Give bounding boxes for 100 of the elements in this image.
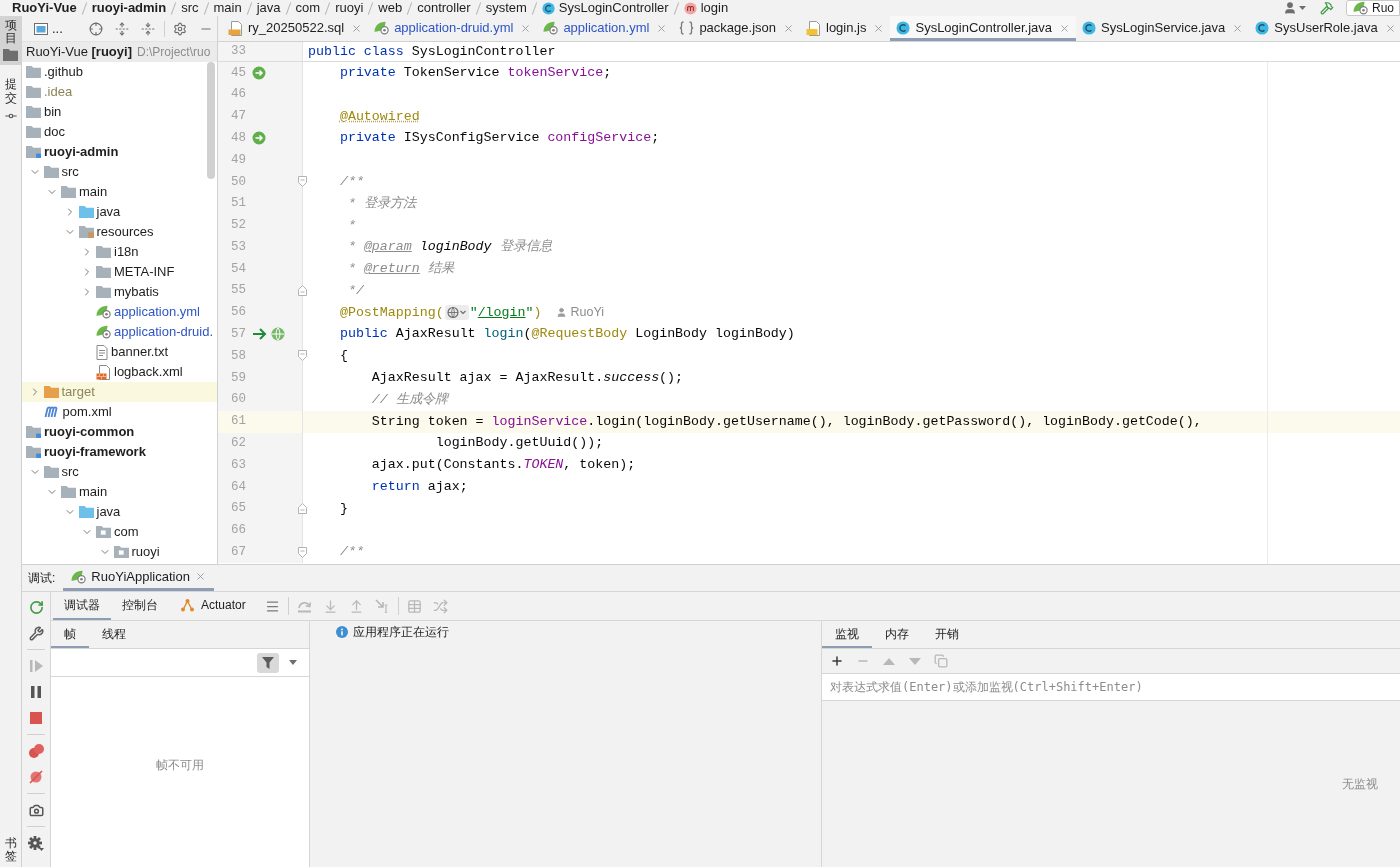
close-icon[interactable] xyxy=(520,22,532,34)
panel-tab[interactable]: 内存 xyxy=(872,621,922,648)
breadcrumb-item[interactable]: ruoyi-admin xyxy=(91,0,167,16)
run-configuration-button[interactable]: Ruo xyxy=(1346,0,1400,16)
breadcrumb-item[interactable]: controller xyxy=(417,0,471,16)
editor-tab[interactable]: ry_20250522.sql xyxy=(222,16,369,41)
user-icon[interactable] xyxy=(1283,1,1297,15)
tree-item-label[interactable]: ruoyi-common xyxy=(44,422,135,442)
editor-tab[interactable]: application-druid.yml xyxy=(368,16,538,41)
locate-crosshair-icon[interactable] xyxy=(88,21,103,36)
panel-title[interactable]: ... xyxy=(52,22,63,35)
menu-icon[interactable] xyxy=(264,598,280,614)
tree-item-label[interactable]: java xyxy=(96,502,121,522)
editor-tab[interactable]: SysLoginService.java xyxy=(1076,16,1250,41)
breakpoints-icon[interactable] xyxy=(28,744,44,758)
editor-tab[interactable]: application.yml xyxy=(537,16,674,41)
panel-tab[interactable]: 调试器 xyxy=(53,592,111,620)
tree-item-label[interactable]: ruoyi xyxy=(131,542,160,562)
caret-down-icon[interactable] xyxy=(289,660,297,665)
mute-breakpoints-icon[interactable] xyxy=(29,770,43,784)
tree-item-label[interactable]: resources xyxy=(96,222,154,242)
watch-expression-field[interactable]: 对表达式求值(Enter)或添加监视(Ctrl+Shift+Enter) xyxy=(822,673,1400,701)
window-icon[interactable] xyxy=(34,22,48,35)
globe-dropdown-icon[interactable] xyxy=(444,305,469,321)
vertical-scrollbar[interactable] xyxy=(207,62,215,179)
close-icon[interactable] xyxy=(1059,22,1071,34)
panel-tab[interactable]: 控制台 xyxy=(111,592,169,620)
fold-marker-icon[interactable] xyxy=(298,350,307,362)
tree-item-label[interactable]: application.yml xyxy=(114,302,200,322)
bean-icon[interactable] xyxy=(252,65,266,80)
tree-item-label[interactable]: .idea xyxy=(44,82,73,102)
line-number: 64 xyxy=(230,478,246,496)
tree-item-label[interactable]: pom.xml xyxy=(62,402,112,422)
tree-item-label[interactable]: application-druid. xyxy=(114,322,213,342)
hammer-icon[interactable] xyxy=(1320,1,1334,15)
panel-tab[interactable]: 监视 xyxy=(822,621,872,648)
editor-tab[interactable]: login.js xyxy=(800,16,891,41)
breadcrumb-item[interactable]: com xyxy=(295,0,321,16)
editor-tab[interactable]: SysLoginController.java xyxy=(890,16,1077,41)
close-icon[interactable] xyxy=(1384,22,1396,34)
tree-item-label[interactable]: src xyxy=(61,462,79,482)
pause-icon[interactable] xyxy=(31,686,41,698)
tree-item-label[interactable]: java xyxy=(96,202,121,222)
close-icon[interactable] xyxy=(351,22,363,34)
editor-tab[interactable]: package.json xyxy=(673,16,800,41)
breadcrumb-item[interactable]: system xyxy=(485,0,527,16)
bean-icon[interactable] xyxy=(252,131,266,146)
tree-item-label[interactable]: com xyxy=(114,522,139,542)
settings-icon[interactable] xyxy=(28,835,44,851)
camera-icon[interactable] xyxy=(28,802,44,818)
editor-tab[interactable]: SysUserRole.java xyxy=(1249,16,1400,41)
close-icon[interactable] xyxy=(783,22,794,34)
breadcrumb-item[interactable]: SysLoginController xyxy=(558,0,669,16)
close-icon[interactable] xyxy=(873,22,885,34)
fold-marker-icon[interactable] xyxy=(298,176,307,187)
breadcrumb-item[interactable]: java xyxy=(256,0,281,16)
tree-item-label[interactable]: .github xyxy=(44,62,84,82)
tree-item-label[interactable]: ruoyi-framework xyxy=(44,442,146,462)
panel-tab[interactable]: Actuator xyxy=(169,592,257,620)
breadcrumb-item[interactable]: main xyxy=(213,0,242,16)
rerun-icon[interactable] xyxy=(28,599,44,615)
tree-item-label[interactable]: logback.xml xyxy=(114,362,183,382)
expand-all-icon[interactable] xyxy=(114,21,129,36)
tree-item-label[interactable]: main xyxy=(79,482,108,502)
tree-item-label[interactable]: banner.txt xyxy=(111,342,169,362)
collapse-all-icon[interactable] xyxy=(140,21,155,36)
tool-window-button[interactable]: 提交 xyxy=(0,75,22,127)
globe-icon[interactable] xyxy=(271,327,285,342)
breadcrumb-item[interactable]: RuoYi-Vue xyxy=(12,0,77,16)
add-icon[interactable] xyxy=(830,654,844,668)
filter-button[interactable] xyxy=(257,652,279,673)
caret-down-icon[interactable] xyxy=(1299,6,1306,10)
tree-item-label[interactable]: mybatis xyxy=(114,282,159,302)
breadcrumb-item[interactable]: ruoyi xyxy=(335,0,364,16)
breadcrumb-item[interactable]: src xyxy=(181,0,199,16)
project-root-label[interactable]: RuoYi-Vue [ruoyi] xyxy=(26,42,132,62)
tree-item-label[interactable]: i18n xyxy=(114,242,139,262)
fold-marker-icon[interactable] xyxy=(298,546,307,558)
session-tab[interactable]: RuoYiApplication xyxy=(63,565,214,591)
breadcrumb-item[interactable]: web xyxy=(378,0,403,16)
settings-icon[interactable] xyxy=(172,21,187,36)
wrench-icon[interactable] xyxy=(28,625,44,641)
tool-window-button[interactable]: 项目 xyxy=(0,16,22,66)
tree-item-label[interactable]: doc xyxy=(44,122,65,142)
close-icon[interactable] xyxy=(656,22,668,34)
close-icon[interactable] xyxy=(194,571,206,582)
tree-item-label[interactable]: target xyxy=(61,382,95,402)
tree-item-label[interactable]: main xyxy=(79,182,108,202)
thread-select-field[interactable] xyxy=(51,649,309,677)
tree-item-label[interactable]: ruoyi-admin xyxy=(44,142,119,162)
close-icon[interactable] xyxy=(1232,22,1244,34)
panel-tab[interactable]: 开销 xyxy=(922,621,972,648)
breadcrumb-item[interactable]: login xyxy=(700,0,729,16)
tool-window-button[interactable]: 书签 xyxy=(0,833,22,867)
fold-marker-icon[interactable] xyxy=(298,284,307,296)
tree-item-label[interactable]: META-INF xyxy=(114,262,175,282)
tree-item-label[interactable]: src xyxy=(61,162,79,182)
panel-tab[interactable]: 线程 xyxy=(89,621,139,648)
tree-item-label[interactable]: bin xyxy=(44,102,62,122)
fold-marker-icon[interactable] xyxy=(298,502,307,514)
